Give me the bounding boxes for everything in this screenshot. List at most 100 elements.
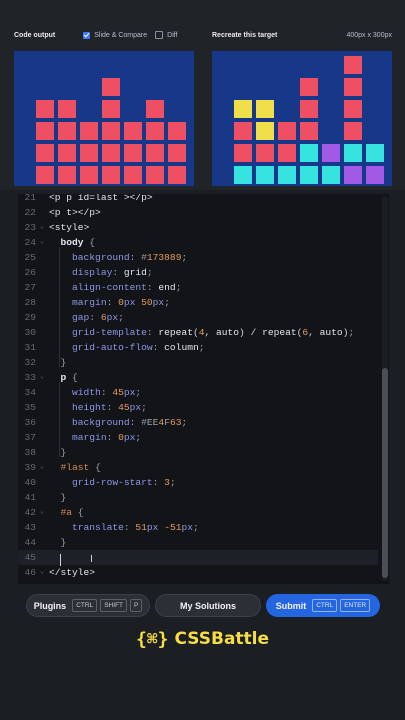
output-title: Code output [14, 31, 56, 39]
preview-block [146, 122, 164, 140]
preview-block [36, 100, 54, 118]
code-text: body { [60, 237, 96, 248]
fold-chevron-icon[interactable]: ⌄ [40, 460, 48, 475]
fold-chevron-icon[interactable]: ⌄ [40, 505, 48, 520]
preview-block [256, 100, 274, 118]
code-line[interactable]: 44 } [18, 535, 378, 550]
code-line[interactable]: 34 width: 45px; [18, 385, 378, 400]
preview-block [58, 100, 76, 118]
code-line[interactable]: 36 background: #EE4F63; [18, 415, 378, 430]
code-text: gap: 6px; [72, 312, 124, 323]
target-title: Recreate this target [212, 31, 278, 39]
code-line[interactable]: 32 } [18, 355, 378, 370]
slide-compare-toggle[interactable]: Slide & Compare [83, 31, 148, 39]
code-line[interactable]: 22 <p t></p> [18, 205, 378, 220]
code-line[interactable]: 43 translate: 51px -51px; [18, 520, 378, 535]
code-line[interactable]: 39 ⌄ #last { [18, 460, 378, 475]
code-text: grid-template: repeat(4, auto) / repeat(… [72, 327, 355, 338]
preview-block [344, 166, 362, 184]
code-line[interactable]: 29 gap: 6px; [18, 310, 378, 325]
line-number: 25 [24, 252, 36, 263]
preview-block [58, 144, 76, 162]
code-text: display: grid; [72, 267, 153, 278]
code-line[interactable]: 25 background: #173889; [18, 250, 378, 265]
code-line[interactable]: 23 ⌄ <style> [18, 220, 378, 235]
fold-chevron-icon[interactable]: ⌄ [40, 235, 48, 250]
code-line[interactable]: 37 margin: 0px; [18, 430, 378, 445]
editor-scrollbar-thumb[interactable] [382, 368, 388, 578]
preview-block [300, 78, 318, 96]
code-text: background: #173889; [72, 252, 188, 263]
preview-block [322, 166, 340, 184]
editor-scrollbar[interactable] [382, 196, 388, 581]
line-number: 43 [24, 522, 36, 533]
code-line[interactable]: 33 ⌄ p { [18, 370, 378, 385]
code-text: } [49, 357, 67, 368]
preview-block [124, 166, 142, 184]
preview-block [36, 122, 54, 140]
text-cursor-icon: I [90, 554, 93, 565]
code-line[interactable]: 40 grid-row-start: 3; [18, 475, 378, 490]
submit-button[interactable]: Submit CTRL ENTER [266, 594, 380, 617]
line-number: 41 [24, 492, 36, 503]
code-editor[interactable]: 21 <p p id=last ></p> 22 <p t></p> 23 ⌄ <style… [18, 194, 389, 584]
code-line[interactable]: 41 } [18, 490, 378, 505]
code-line[interactable]: 46 ⌄ </style> [18, 565, 378, 580]
preview-block [80, 122, 98, 140]
line-number: 35 [24, 402, 36, 413]
slide-compare-label: Slide & Compare [94, 31, 148, 39]
diff-label: Diff [167, 31, 178, 39]
line-number: 30 [24, 327, 36, 338]
line-number: 21 [24, 194, 36, 203]
preview-block [80, 166, 98, 184]
line-number: 44 [24, 537, 36, 548]
code-line[interactable]: 27 align-content: end; [18, 280, 378, 295]
code-output-preview[interactable] [14, 51, 194, 186]
code-text: grid-row-start: 3; [72, 477, 176, 488]
code-line[interactable]: 31 grid-auto-flow: column; [18, 340, 378, 355]
code-text: width: 45px; [72, 387, 142, 398]
code-text: #a { [60, 507, 84, 518]
code-line[interactable]: 26 display: grid; [18, 265, 378, 280]
fold-chevron-icon[interactable]: ⌄ [40, 565, 48, 580]
code-line[interactable]: 35 height: 45px; [18, 400, 378, 415]
code-line[interactable]: 42 ⌄ #a { [18, 505, 378, 520]
line-number: 27 [24, 282, 36, 293]
code-line[interactable]: 30 grid-template: repeat(4, auto) / repe… [18, 325, 378, 340]
preview-block [300, 100, 318, 118]
target-size: 400px x 300px [346, 31, 392, 39]
code-text: margin: 0px; [72, 432, 142, 443]
line-number: 33 [24, 372, 36, 383]
code-line[interactable]: 45 [18, 550, 378, 565]
code-text: </style> [49, 567, 96, 578]
plugins-button[interactable]: Plugins CTRL SHIFT P [26, 594, 150, 617]
preview-block [300, 166, 318, 184]
code-text: background: #EE4F63; [72, 417, 188, 428]
preview-block [344, 122, 362, 140]
fold-chevron-icon[interactable]: ⌄ [40, 220, 48, 235]
preview-block [300, 144, 318, 162]
line-number: 37 [24, 432, 36, 443]
brand-name: CSSBattle [174, 629, 270, 649]
code-line[interactable]: 24 ⌄ body { [18, 235, 378, 250]
line-number: 36 [24, 417, 36, 428]
my-solutions-button[interactable]: My Solutions [155, 594, 261, 617]
preview-block [80, 144, 98, 162]
diff-toggle[interactable]: Diff [155, 31, 178, 39]
preview-block [168, 166, 186, 184]
preview-block [102, 166, 120, 184]
code-text: align-content: end; [72, 282, 182, 293]
code-text: <p p id=last ></p> [49, 194, 153, 203]
preview-block [58, 166, 76, 184]
fold-chevron-icon[interactable]: ⌄ [40, 370, 48, 385]
code-line[interactable]: 21 <p p id=last ></p> [18, 194, 378, 205]
code-line[interactable]: 38 } [18, 445, 378, 460]
line-number: 31 [24, 342, 36, 353]
code-line[interactable]: 28 margin: 0px 50px; [18, 295, 378, 310]
code-text: } [49, 537, 67, 548]
preview-block [234, 122, 252, 140]
checkbox-unchecked-icon[interactable] [155, 31, 164, 39]
output-header: Code output Slide & Compare Diff [14, 28, 194, 42]
checkbox-checked-icon[interactable] [83, 31, 91, 39]
preview-block [300, 122, 318, 140]
